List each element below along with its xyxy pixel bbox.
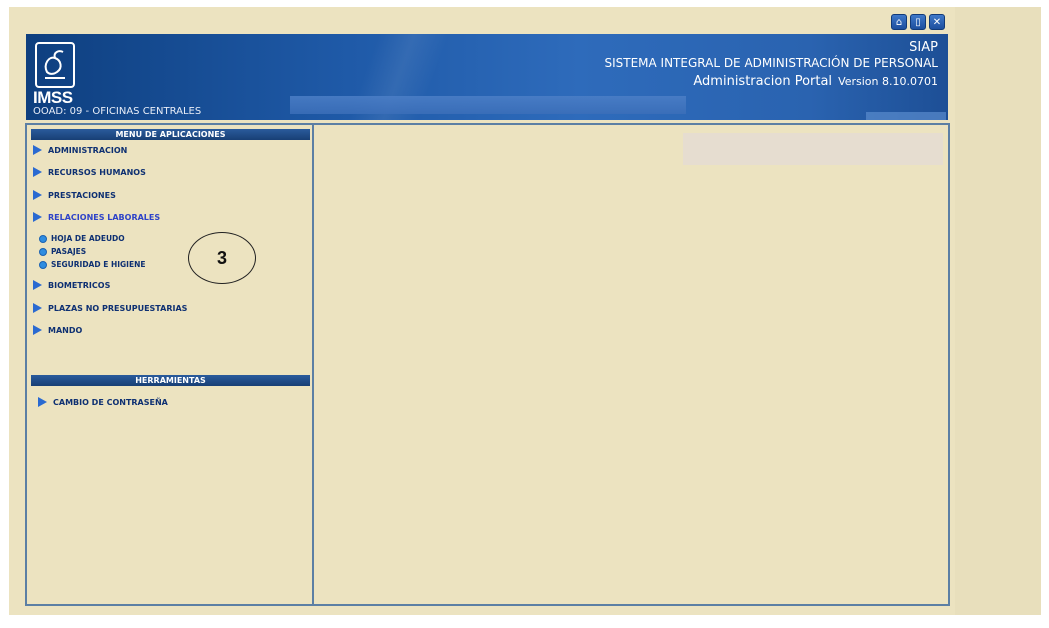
menu-item-plazas-no-presupuestarias[interactable]: PLAZAS NO PRESUPUESTARIAS [33, 303, 187, 313]
system-name: SISTEMA INTEGRAL DE ADMINISTRACIÓN DE PE… [604, 56, 938, 70]
menu-item-label: MANDO [48, 325, 83, 335]
bullet-icon [39, 260, 47, 269]
version-label: Version 8.10.0701 [838, 75, 938, 88]
portal-name: Administracion Portal [693, 74, 833, 89]
tool-item-label: CAMBIO DE CONTRASEÑA [53, 397, 168, 407]
menu-item-label: BIOMETRICOS [48, 280, 111, 290]
menu-item-prestaciones[interactable]: PRESTACIONES [33, 190, 116, 200]
menu-item-mando[interactable]: MANDO [33, 325, 82, 335]
triangle-icon [33, 190, 42, 200]
submenu-item-hoja-de-adeudo[interactable]: HOJA DE ADEUDO [39, 234, 125, 243]
triangle-icon [33, 167, 42, 177]
triangle-icon [33, 145, 42, 155]
submenu-item-label: HOJA DE ADEUDO [51, 234, 125, 243]
redacted-bar-small [866, 112, 946, 120]
redacted-content [683, 133, 943, 165]
triangle-icon [33, 280, 42, 290]
menu-item-label: PLAZAS NO PRESUPUESTARIAS [48, 303, 188, 313]
close-icon[interactable]: ✕ [929, 14, 945, 30]
redacted-bar [290, 96, 686, 114]
bullet-icon [39, 234, 47, 243]
menu-header: MENU DE APLICACIONES [31, 129, 310, 140]
menu-item-label: ADMINISTRACION [48, 145, 128, 155]
tool-item-cambio-de-contrasena[interactable]: CAMBIO DE CONTRASEÑA [38, 397, 168, 407]
home-icon[interactable]: ⌂ [891, 14, 907, 30]
menu-item-recursos-humanos[interactable]: RECURSOS HUMANOS [33, 167, 146, 177]
ooad-label: OOAD: 09 - OFICINAS CENTRALES [33, 106, 202, 117]
menu-item-label: RECURSOS HUMANOS [48, 167, 146, 177]
triangle-icon [33, 303, 42, 313]
imss-logo-icon [35, 42, 75, 88]
top-toolbar: ⌂ ▯ ✕ [891, 14, 945, 30]
header-banner: IMSS OOAD: 09 - OFICINAS CENTRALES SIAP … [26, 34, 948, 120]
submenu-item-label: PASAJES [51, 247, 87, 256]
submenu-item-seguridad-e-higiene[interactable]: SEGURIDAD E HIGIENE [39, 260, 145, 269]
submenu-item-pasajes[interactable]: PASAJES [39, 247, 86, 256]
bullet-icon [39, 247, 47, 256]
menu-item-biometricos[interactable]: BIOMETRICOS [33, 280, 110, 290]
menu-item-administracion[interactable]: ADMINISTRACION [33, 145, 127, 155]
right-background [955, 7, 1041, 615]
document-icon[interactable]: ▯ [910, 14, 926, 30]
menu-item-relaciones-laborales[interactable]: RELACIONES LABORALES [33, 212, 160, 222]
triangle-icon [33, 212, 42, 222]
triangle-icon [38, 397, 47, 407]
imss-logo-text: IMSS [33, 88, 73, 107]
portal-line: Administracion Portal Version 8.10.0701 [693, 74, 938, 89]
triangle-icon [33, 325, 42, 335]
menu-item-label: PRESTACIONES [48, 190, 116, 200]
siap-title: SIAP [909, 40, 938, 55]
submenu-item-label: SEGURIDAD E HIGIENE [51, 260, 146, 269]
tools-header: HERRAMIENTAS [31, 375, 310, 386]
menu-item-label: RELACIONES LABORALES [48, 212, 161, 222]
step-annotation-circle: 3 [188, 232, 256, 284]
sidebar: MENU DE APLICACIONES ADMINISTRACION RECU… [27, 125, 314, 604]
